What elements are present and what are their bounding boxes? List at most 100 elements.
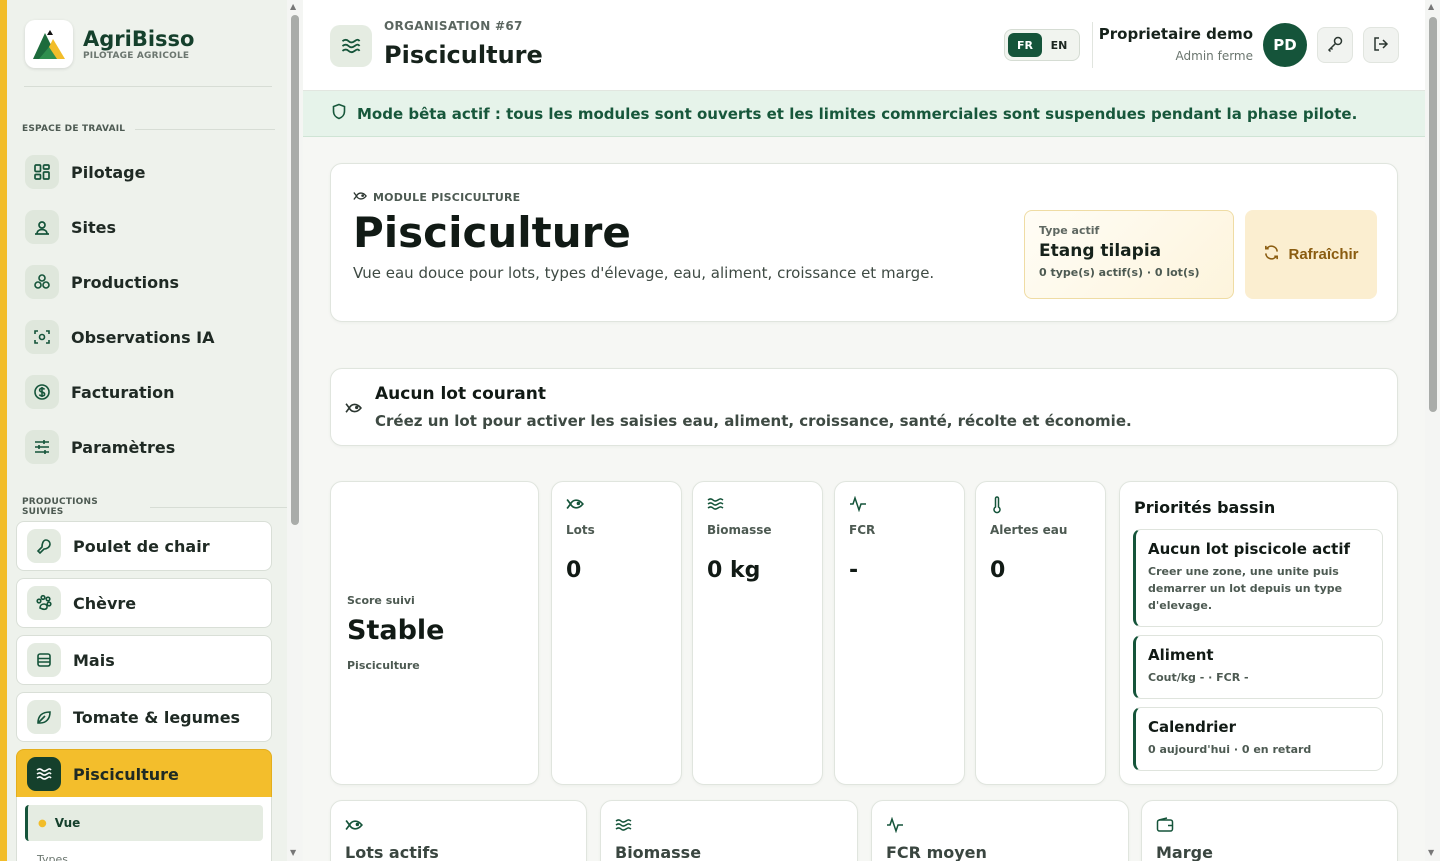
nav-label: Facturation [71,382,175,402]
drumstick-icon [27,529,61,563]
no-current-lot-card: Aucun lot courant Créez un lot pour acti… [330,368,1398,446]
refresh-button[interactable]: Rafraîchir [1245,210,1377,299]
priority-title: Calendrier [1148,718,1236,736]
bottom-card-label: Lots actifs [345,843,439,861]
active-type-selector[interactable]: Type actif Etang tilapia 0 type(s) actif… [1024,210,1234,299]
score-label: Score suivi [347,594,415,607]
module-title: Pisciculture [353,208,631,257]
fish-icon [566,496,584,515]
fish-icon [345,817,363,836]
dollar-icon [25,375,59,409]
priority-item[interactable]: Aucun lot piscicole actif Creer une zone… [1133,529,1383,627]
kpi-value: - [849,558,859,583]
beta-banner-text: Mode bêta actif : tous les modules sont … [357,104,1358,123]
key-icon [1326,35,1344,56]
brand[interactable]: AgriBisso PILOTAGE AGRICOLE [25,20,194,68]
nav-item-facturation[interactable]: Facturation [25,372,275,412]
sidebar: AgriBisso PILOTAGE AGRICOLE ESPACE DE TR… [0,0,287,861]
production-label: Tomate & legumes [73,707,241,727]
bottom-card-lots-actifs: Lots actifs [330,800,587,861]
nav-item-productions[interactable]: Productions [25,262,275,302]
no-lot-description: Créez un lot pour activer les saisies ea… [375,412,1132,430]
corn-icon [27,643,61,677]
refresh-icon [1263,244,1280,265]
lang-fr-button[interactable]: FR [1008,33,1042,57]
kpi-card-biomasse: Biomasse 0 kg [692,481,823,785]
subnav-item-vue[interactable]: ● Vue [25,805,263,841]
grid-icon [25,155,59,189]
avatar[interactable]: PD [1263,23,1307,67]
logout-button[interactable] [1363,27,1399,63]
subnav-item-types[interactable]: Types [37,853,68,861]
subnav-label: Vue [54,816,81,830]
production-item-tomate[interactable]: Tomate & legumes [16,692,272,742]
module-hero-card: MODULE PISCICULTURE Pisciculture Vue eau… [330,163,1398,322]
scroll-up-icon[interactable]: ▲ [1428,2,1434,11]
nav-label: Observations IA [71,327,215,347]
production-item-chevre[interactable]: Chèvre [16,578,272,628]
priorities-card: Priorités bassin Aucun lot piscicole act… [1119,481,1398,785]
bottom-card-fcr-moyen: FCR moyen [871,800,1129,861]
location-icon [25,210,59,244]
priority-title: Aucun lot piscicole actif [1148,540,1351,558]
nav-item-parametres[interactable]: Paramètres [25,427,275,467]
language-switch: FR EN [1004,29,1080,61]
production-item-poulet[interactable]: Poulet de chair [16,521,272,571]
scroll-up-icon[interactable]: ▲ [290,2,296,11]
brand-tagline: PILOTAGE AGRICOLE [83,50,190,61]
paw-icon [27,586,61,620]
waves-icon [27,757,61,791]
nav-item-observations-ia[interactable]: Observations IA [25,317,275,357]
page-title: Pisciculture [384,41,543,69]
waves-icon [615,817,633,836]
production-item-pisciculture[interactable]: Pisciculture [16,749,272,799]
thermometer-icon [990,496,1004,518]
waves-icon [707,496,725,515]
wallet-icon [1156,817,1174,837]
scroll-down-icon[interactable]: ▼ [290,848,296,857]
pulse-icon [849,495,867,516]
divider [24,86,272,87]
sidebar-scrollbar[interactable]: ▲ ▼ [287,0,302,861]
kpi-value: 0 kg [707,558,761,583]
nav-item-sites[interactable]: Sites [25,207,275,247]
user-role: Admin ferme [1175,49,1253,63]
topbar: ORGANISATION #67 Pisciculture FR EN Prop… [303,0,1425,91]
lang-en-button[interactable]: EN [1042,33,1076,57]
main-content: ORGANISATION #67 Pisciculture FR EN Prop… [303,0,1425,861]
key-button[interactable] [1317,27,1353,63]
workspace-section-label: ESPACE DE TRAVAIL [22,124,275,134]
priority-item[interactable]: Aliment Cout/kg - · FCR - [1133,635,1383,699]
kpi-label: Alertes eau [990,523,1068,537]
score-card: Score suivi Stable Pisciculture [330,481,539,785]
priorities-title: Priorités bassin [1134,498,1276,517]
fish-icon [353,190,367,205]
priority-text: Cout/kg - · FCR - [1148,671,1249,684]
sliders-icon [25,430,59,464]
no-lot-title: Aucun lot courant [375,384,546,404]
user-name: Proprietaire demo [1098,25,1253,43]
priority-text: 0 aujourd'hui · 0 en retard [1148,743,1312,756]
sidebar-scroll-thumb[interactable] [291,15,299,525]
score-value: Stable [347,615,445,646]
nav-label: Pilotage [71,162,146,182]
active-type-value: Etang tilapia [1039,241,1162,261]
production-label: Mais [73,650,115,670]
module-kicker-text: MODULE PISCICULTURE [373,191,521,204]
nav-label: Productions [71,272,179,292]
scroll-down-icon[interactable]: ▼ [1428,848,1434,857]
divider [1092,22,1093,68]
pulse-icon [886,816,904,837]
bottom-card-marge: Marge [1141,800,1398,861]
page-scrollbar[interactable]: ▲ ▼ [1425,0,1440,861]
refresh-label: Rafraîchir [1288,246,1359,263]
production-item-mais[interactable]: Mais [16,635,272,685]
organisation-label: ORGANISATION #67 [384,19,523,33]
priority-item[interactable]: Calendrier 0 aujourd'hui · 0 en retard [1133,707,1383,771]
pisciculture-subnav: ● Vue Types [16,797,272,861]
priority-title: Aliment [1148,646,1214,664]
waves-icon [330,25,372,67]
kpi-card-fcr: FCR - [834,481,965,785]
page-scroll-thumb[interactable] [1429,17,1437,412]
nav-item-pilotage[interactable]: Pilotage [25,152,275,192]
